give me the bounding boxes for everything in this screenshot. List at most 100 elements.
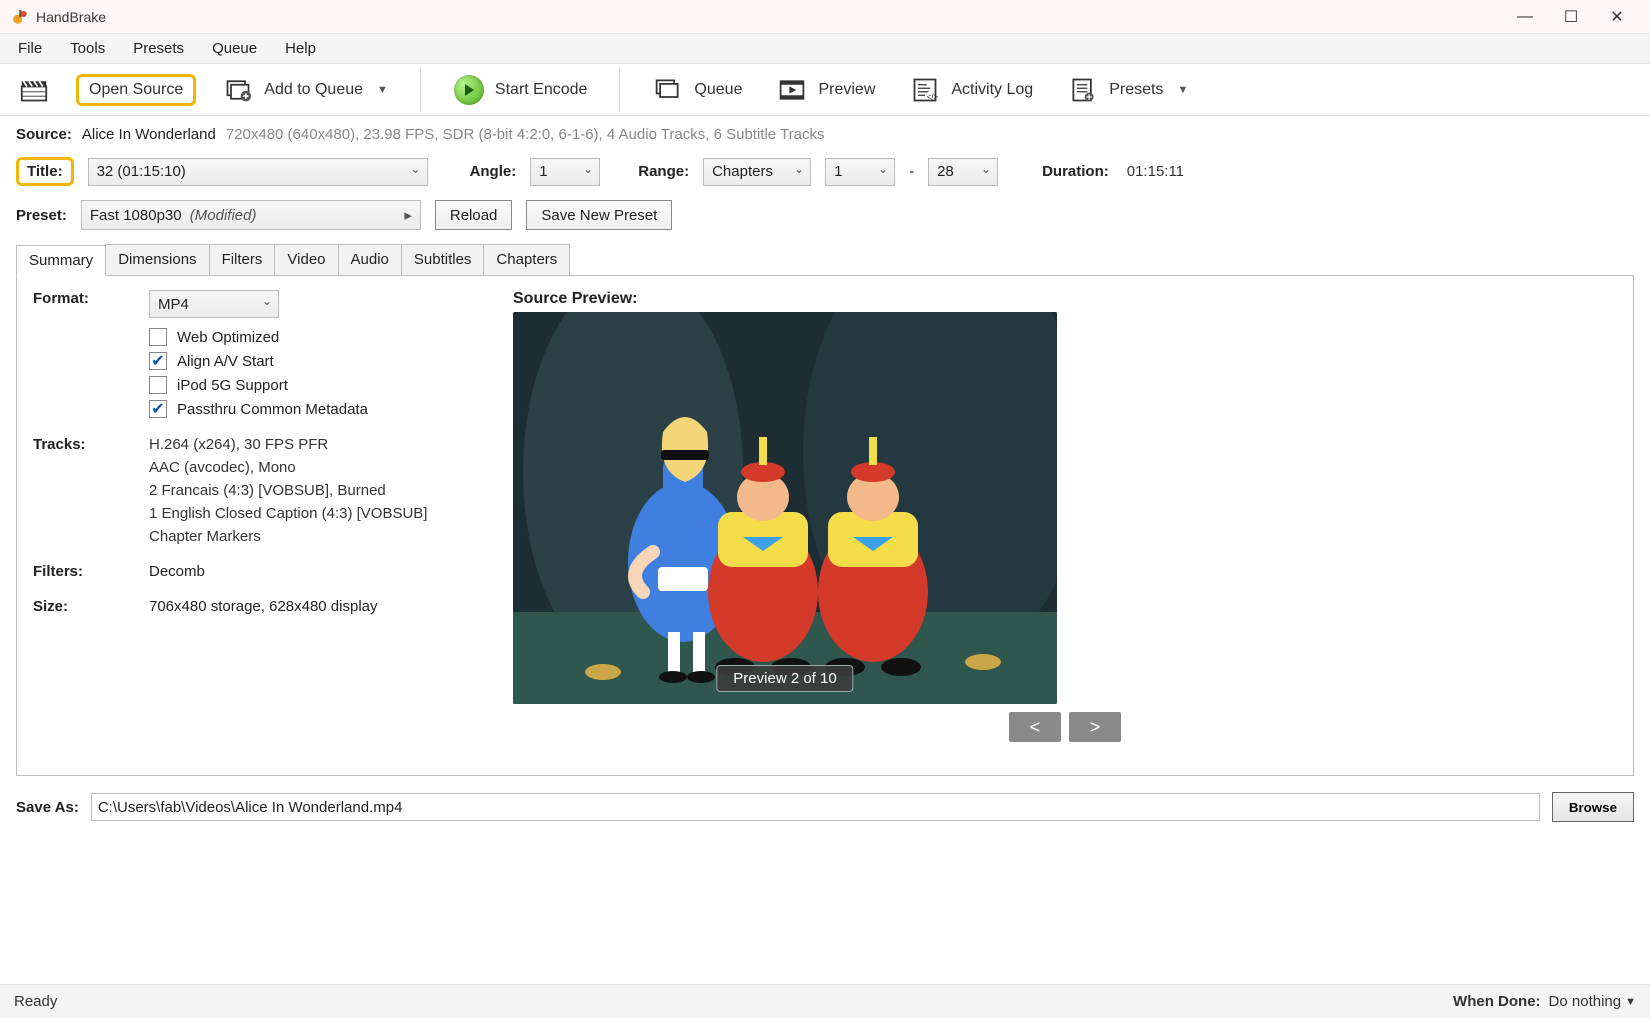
toolbar: Open Source Add to Queue ▼ Start Encode … bbox=[0, 64, 1650, 116]
checkbox-icon bbox=[149, 376, 167, 394]
maximize-button[interactable]: ☐ bbox=[1548, 0, 1594, 34]
preview-button[interactable]: Preview bbox=[768, 70, 883, 110]
preset-modified: (Modified) bbox=[190, 207, 257, 224]
track-line: AAC (avcodec), Mono bbox=[149, 459, 427, 476]
start-encode-label: Start Encode bbox=[495, 81, 588, 99]
passthru-label: Passthru Common Metadata bbox=[177, 401, 368, 418]
duration-value: 01:15:11 bbox=[1127, 163, 1184, 180]
web-optimized-checkbox[interactable]: Web Optimized bbox=[149, 328, 368, 346]
activity-log-label: Activity Log bbox=[951, 81, 1033, 99]
add-to-queue-icon bbox=[222, 74, 254, 106]
save-as-row: Save As: Browse bbox=[0, 776, 1650, 822]
close-button[interactable]: ✕ bbox=[1594, 0, 1640, 34]
open-source-icon-button[interactable] bbox=[10, 70, 58, 110]
tab-subtitles[interactable]: Subtitles bbox=[401, 244, 485, 275]
angle-label: Angle: bbox=[470, 163, 517, 180]
queue-button[interactable]: Queue bbox=[644, 70, 750, 110]
status-bar: Ready When Done: Do nothing ▼ bbox=[0, 984, 1650, 1018]
open-source-label: Open Source bbox=[89, 81, 183, 99]
tab-filters[interactable]: Filters bbox=[209, 244, 276, 275]
svg-text:</>: </> bbox=[927, 92, 939, 101]
range-dash: - bbox=[909, 163, 914, 180]
range-type-value: Chapters bbox=[712, 163, 773, 180]
preset-label: Preset: bbox=[16, 207, 67, 224]
preview-icon bbox=[776, 74, 808, 106]
tab-chapters[interactable]: Chapters bbox=[483, 244, 570, 275]
chevron-down-icon: ▼ bbox=[1625, 996, 1636, 1008]
preview-label: Preview bbox=[818, 81, 875, 99]
size-label: Size: bbox=[33, 598, 113, 615]
checkbox-icon: ✔ bbox=[149, 352, 167, 370]
format-select[interactable]: MP4 bbox=[149, 290, 279, 318]
tab-summary[interactable]: Summary bbox=[16, 245, 106, 276]
tab-dimensions[interactable]: Dimensions bbox=[105, 244, 209, 275]
checkbox-icon bbox=[149, 328, 167, 346]
tab-audio[interactable]: Audio bbox=[338, 244, 402, 275]
chevron-down-icon[interactable]: ▼ bbox=[377, 84, 388, 96]
range-from-value: 1 bbox=[834, 163, 842, 180]
tabs: Summary Dimensions Filters Video Audio S… bbox=[16, 244, 1634, 276]
activity-log-button[interactable]: </> Activity Log bbox=[901, 70, 1041, 110]
save-as-input[interactable] bbox=[91, 793, 1540, 821]
range-to-select[interactable]: 28 bbox=[928, 158, 998, 186]
source-meta: 720x480 (640x480), 23.98 FPS, SDR (8-bit… bbox=[226, 126, 825, 143]
angle-value: 1 bbox=[539, 163, 547, 180]
window-title: HandBrake bbox=[36, 9, 106, 25]
checkbox-icon: ✔ bbox=[149, 400, 167, 418]
tracks-list: H.264 (x264), 30 FPS PFR AAC (avcodec), … bbox=[149, 436, 427, 545]
align-av-label: Align A/V Start bbox=[177, 353, 274, 370]
preview-badge: Preview 2 of 10 bbox=[716, 665, 853, 692]
format-value: MP4 bbox=[158, 296, 189, 313]
presets-icon bbox=[1067, 74, 1099, 106]
reload-button[interactable]: Reload bbox=[435, 200, 513, 230]
tracks-label: Tracks: bbox=[33, 436, 113, 453]
title-label: Title: bbox=[16, 157, 74, 186]
preview-next-button[interactable]: > bbox=[1069, 712, 1121, 742]
preview-illustration bbox=[513, 312, 1057, 704]
track-line: Chapter Markers bbox=[149, 528, 427, 545]
start-encode-button[interactable]: Start Encode bbox=[445, 70, 596, 110]
angle-select[interactable]: 1 bbox=[530, 158, 600, 186]
queue-icon bbox=[652, 74, 684, 106]
presets-button[interactable]: Presets ▼ bbox=[1059, 70, 1196, 110]
align-av-checkbox[interactable]: ✔ Align A/V Start bbox=[149, 352, 368, 370]
open-source-button[interactable]: Open Source bbox=[76, 74, 196, 106]
menu-tools[interactable]: Tools bbox=[56, 36, 119, 61]
filters-value: Decomb bbox=[149, 563, 205, 580]
menu-queue[interactable]: Queue bbox=[198, 36, 271, 61]
ipod-label: iPod 5G Support bbox=[177, 377, 288, 394]
format-label: Format: bbox=[33, 290, 113, 307]
when-done-label: When Done: bbox=[1453, 993, 1541, 1010]
menu-file[interactable]: File bbox=[4, 36, 56, 61]
preview-prev-button[interactable]: < bbox=[1009, 712, 1061, 742]
source-line: Source: Alice In Wonderland 720x480 (640… bbox=[16, 126, 1634, 143]
status-text: Ready bbox=[14, 993, 57, 1010]
triangle-right-icon: ▸ bbox=[404, 206, 412, 224]
menu-presets[interactable]: Presets bbox=[119, 36, 198, 61]
queue-label: Queue bbox=[694, 81, 742, 99]
film-clapper-icon bbox=[18, 74, 50, 106]
when-done-select[interactable]: Do nothing ▼ bbox=[1549, 993, 1636, 1010]
range-to-value: 28 bbox=[937, 163, 954, 180]
preview-label: Source Preview: bbox=[513, 290, 1617, 308]
tab-video[interactable]: Video bbox=[274, 244, 338, 275]
save-new-preset-button[interactable]: Save New Preset bbox=[526, 200, 672, 230]
preset-name: Fast 1080p30 bbox=[90, 207, 182, 224]
browse-button[interactable]: Browse bbox=[1552, 792, 1634, 822]
range-type-select[interactable]: Chapters bbox=[703, 158, 811, 186]
play-icon bbox=[453, 74, 485, 106]
menu-help[interactable]: Help bbox=[271, 36, 330, 61]
ipod-checkbox[interactable]: iPod 5G Support bbox=[149, 376, 368, 394]
chevron-down-icon[interactable]: ▼ bbox=[1177, 84, 1188, 96]
passthru-checkbox[interactable]: ✔ Passthru Common Metadata bbox=[149, 400, 368, 418]
tab-panel-summary: Format: MP4 Web Optimized ✔ Align A/V Sta… bbox=[16, 276, 1634, 776]
track-line: 2 Francais (4:3) [VOBSUB], Burned bbox=[149, 482, 427, 499]
range-from-select[interactable]: 1 bbox=[825, 158, 895, 186]
add-to-queue-button[interactable]: Add to Queue ▼ bbox=[214, 70, 396, 110]
track-line: H.264 (x264), 30 FPS PFR bbox=[149, 436, 427, 453]
presets-label: Presets bbox=[1109, 81, 1163, 99]
preset-select[interactable]: Fast 1080p30 (Modified) ▸ bbox=[81, 200, 421, 230]
minimize-button[interactable]: — bbox=[1502, 0, 1548, 34]
source-label: Source: bbox=[16, 126, 72, 143]
title-select[interactable]: 32 (01:15:10) bbox=[88, 158, 428, 186]
